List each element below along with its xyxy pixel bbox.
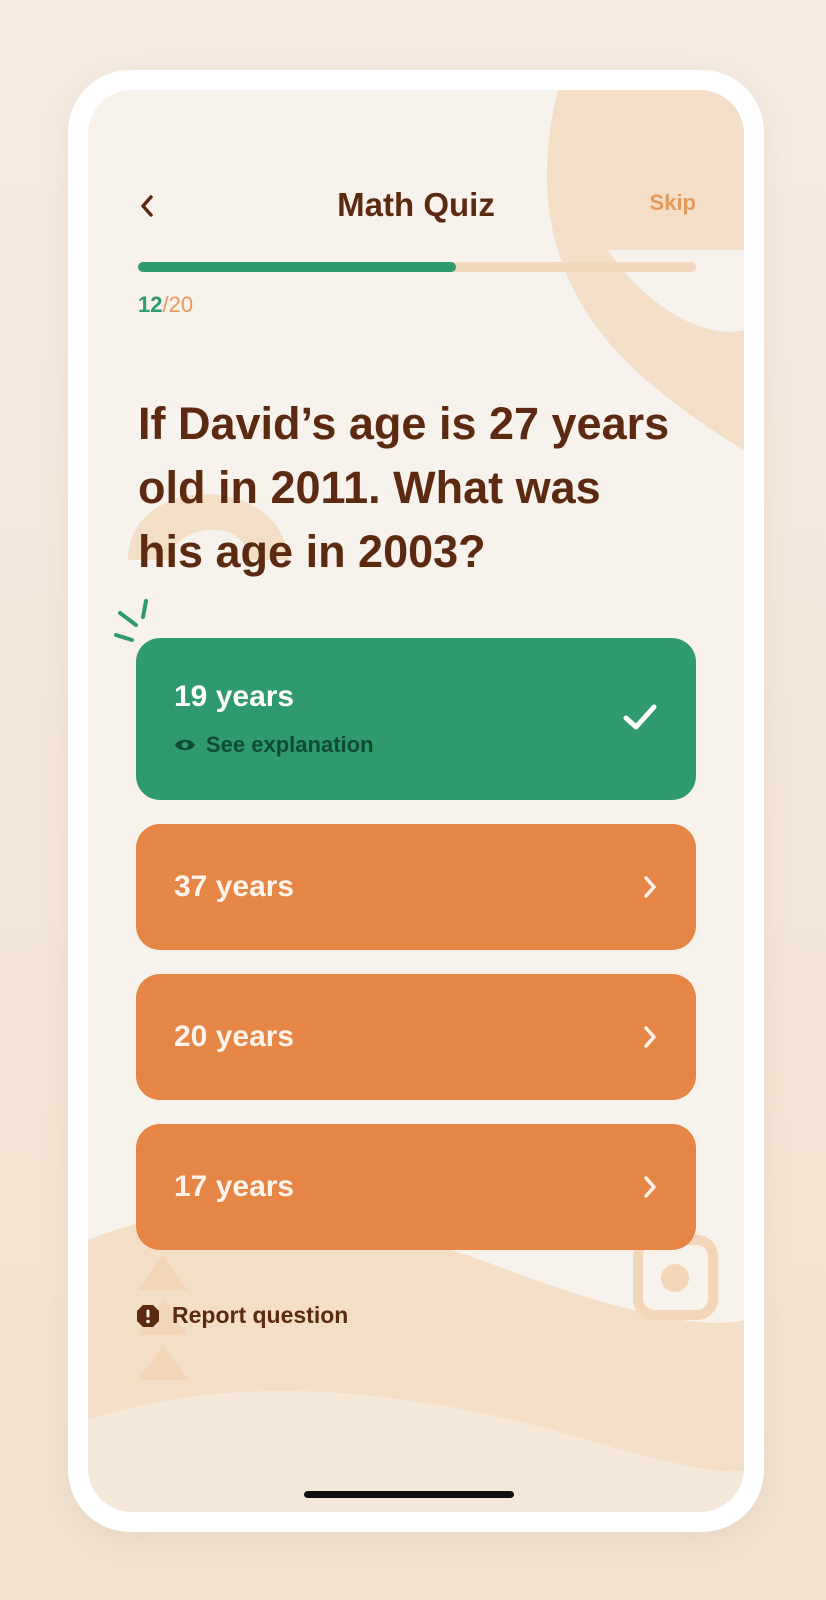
alert-icon xyxy=(137,1304,159,1327)
answer-label: 19 years xyxy=(174,680,295,713)
chevron-right-icon xyxy=(642,1024,658,1050)
quiz-screen: Math Quiz Skip 12/20 If David’s age is 2… xyxy=(88,90,744,1512)
answer-option[interactable]: 20 years xyxy=(136,974,696,1100)
check-icon xyxy=(623,704,657,730)
answer-label: 17 years xyxy=(174,1170,295,1203)
progress-counter: 12/20 xyxy=(138,292,193,318)
question-text: If David’s age is 27 years old in 2011. … xyxy=(138,398,670,577)
progress-total: 20 xyxy=(168,292,194,317)
skip-button[interactable]: Skip xyxy=(650,190,696,216)
answer-option[interactable]: 37 years xyxy=(136,824,696,950)
report-question-label: Report question xyxy=(172,1302,349,1328)
page-title: Math Quiz xyxy=(337,186,495,223)
eye-icon xyxy=(175,739,195,751)
report-question-button[interactable]: Report question xyxy=(136,1302,348,1329)
progress-bar-fill xyxy=(138,262,457,272)
chevron-right-icon xyxy=(642,874,658,900)
see-explanation-label: See explanation xyxy=(206,732,374,757)
see-explanation-link[interactable]: See explanation xyxy=(174,732,374,758)
progress-current: 12 xyxy=(138,292,163,317)
home-indicator xyxy=(304,1491,514,1498)
answer-label: 37 years xyxy=(174,870,295,903)
progress-bar xyxy=(138,262,696,272)
phone-frame: Math Quiz Skip 12/20 If David’s age is 2… xyxy=(68,70,764,1532)
sparkle-icon xyxy=(114,599,148,642)
answer-option[interactable]: 17 years xyxy=(136,1124,696,1250)
chevron-right-icon xyxy=(642,1174,658,1200)
answer-label: 20 years xyxy=(174,1020,295,1053)
answer-option-correct[interactable]: 19 years See explanation xyxy=(136,638,696,800)
